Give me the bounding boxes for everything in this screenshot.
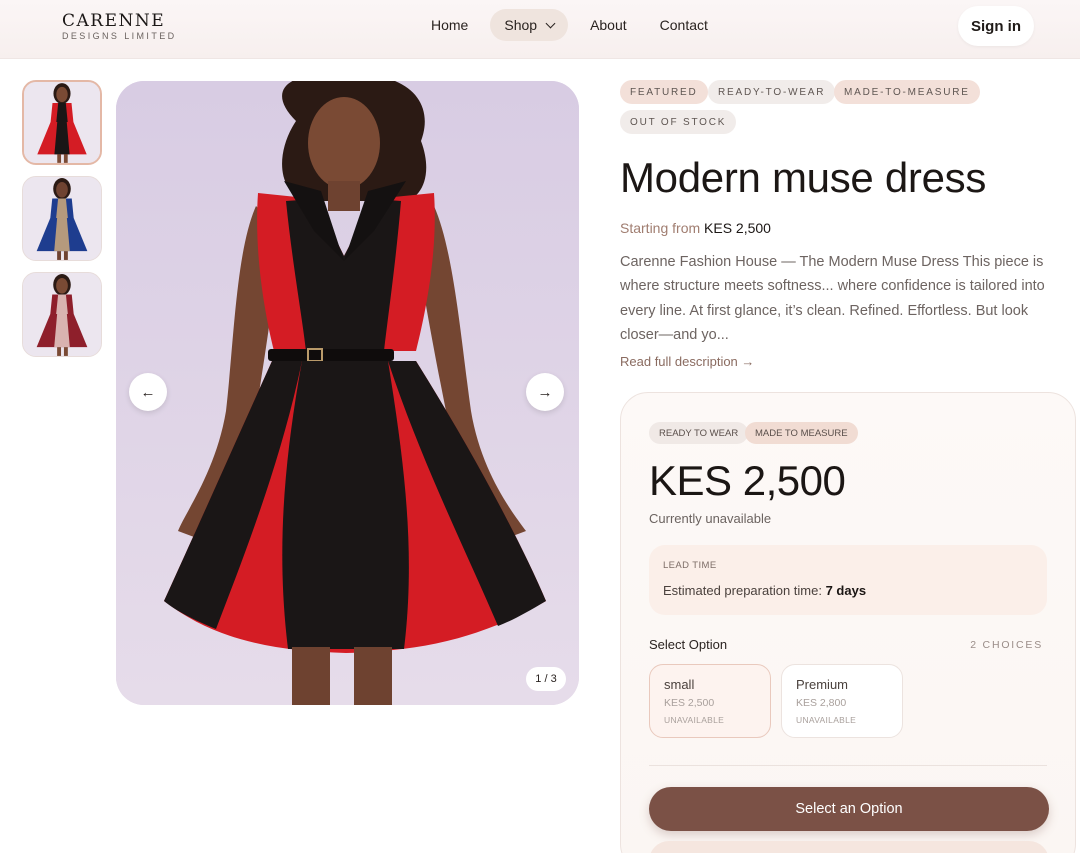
image-counter: 1 / 3 bbox=[526, 667, 566, 691]
product-main-image: ← → 1 / 3 bbox=[116, 81, 579, 705]
next-image-button[interactable]: → bbox=[526, 373, 564, 411]
starting-price-value: KES 2,500 bbox=[704, 220, 771, 236]
lead-time-text: Estimated preparation time: 7 days bbox=[663, 583, 866, 598]
dress-thumbnail-image bbox=[23, 177, 101, 260]
thumbnail-shape bbox=[56, 294, 68, 315]
chevron-down-icon bbox=[545, 18, 556, 28]
nav-shop[interactable]: Shop bbox=[490, 9, 569, 41]
pill-made-to-measure: MADE TO MEASURE bbox=[745, 422, 858, 444]
prev-image-button[interactable]: ← bbox=[129, 373, 167, 411]
option-premium[interactable]: Premium KES 2,800 UNAVAILABLE bbox=[781, 664, 903, 738]
site-header: CARENNE DESIGNS LIMITED Home Shop About … bbox=[0, 0, 1080, 59]
tag-out-of-stock: OUT OF STOCK bbox=[620, 110, 737, 134]
option-status: UNAVAILABLE bbox=[796, 715, 857, 725]
thumbnail-shape bbox=[56, 86, 68, 103]
select-option-button[interactable]: Select an Option bbox=[649, 787, 1049, 831]
thumbnail-shape bbox=[57, 347, 62, 356]
product-description: Carenne Fashion House — The Modern Muse … bbox=[620, 254, 1045, 344]
sign-in-button[interactable]: Sign in bbox=[958, 6, 1034, 46]
thumbnail-shape bbox=[57, 251, 62, 260]
thumbnail-shape bbox=[56, 181, 68, 198]
starting-price: Starting from KES 2,500 bbox=[620, 220, 771, 236]
brand-subtitle: DESIGNS LIMITED bbox=[62, 31, 177, 41]
thumbnail-shape bbox=[56, 198, 68, 219]
read-full-description-link[interactable]: Read full description → bbox=[620, 354, 754, 369]
arrow-right-icon: → bbox=[537, 383, 553, 401]
choices-count: 2 CHOICES bbox=[970, 639, 1043, 651]
option-small[interactable]: small KES 2,500 UNAVAILABLE bbox=[649, 664, 771, 738]
thumbnail-shape bbox=[63, 251, 68, 260]
pill-ready-to-wear: READY TO WEAR bbox=[649, 422, 749, 444]
divider bbox=[649, 765, 1047, 766]
select-option-label: Select Option bbox=[649, 637, 728, 652]
dress-thumbnail-image bbox=[24, 82, 100, 163]
nav-about[interactable]: About bbox=[579, 9, 638, 41]
main-nav: Home Shop About Contact bbox=[420, 9, 730, 41]
brand-logo[interactable]: CARENNE DESIGNS LIMITED bbox=[62, 12, 177, 41]
model-dress-photo bbox=[116, 81, 579, 705]
starting-label: Starting from bbox=[620, 220, 701, 236]
availability-status: Currently unavailable bbox=[649, 511, 772, 526]
tag-featured: FEATURED bbox=[620, 80, 708, 104]
nav-contact[interactable]: Contact bbox=[649, 9, 719, 41]
dress-thumbnail-image bbox=[23, 273, 101, 356]
option-status: UNAVAILABLE bbox=[664, 715, 725, 725]
lead-time-label: LEAD TIME bbox=[663, 560, 717, 571]
nav-shop-label: Shop bbox=[504, 17, 538, 33]
thumbnail-2[interactable] bbox=[22, 176, 102, 261]
secondary-button[interactable] bbox=[649, 841, 1049, 853]
option-name: Premium bbox=[796, 677, 849, 692]
thumbnail-1[interactable] bbox=[22, 80, 102, 165]
purchase-card: READY TO WEAR MADE TO MEASURE KES 2,500 … bbox=[620, 392, 1076, 853]
thumbnail-shape bbox=[56, 277, 68, 294]
arrow-left-icon: ← bbox=[140, 383, 156, 401]
thumbnail-3[interactable] bbox=[22, 272, 102, 357]
tag-ready-to-wear: READY-TO-WEAR bbox=[708, 80, 836, 104]
brand-name: CARENNE bbox=[62, 11, 166, 31]
lead-time-value: 7 days bbox=[825, 583, 867, 598]
nav-home[interactable]: Home bbox=[420, 9, 479, 41]
lead-time-description: Estimated preparation time: bbox=[663, 583, 822, 598]
option-price: KES 2,500 bbox=[664, 697, 715, 709]
option-name: small bbox=[664, 677, 695, 692]
tag-made-to-measure: MADE-TO-MEASURE bbox=[834, 80, 980, 104]
lead-time-box: LEAD TIME Estimated preparation time: 7 … bbox=[649, 545, 1047, 615]
thumbnail-shape bbox=[63, 347, 68, 356]
product-title: Modern muse dress bbox=[620, 154, 987, 201]
thumbnail-shape bbox=[57, 154, 62, 163]
product-price: KES 2,500 bbox=[649, 457, 846, 504]
thumbnail-shape bbox=[56, 103, 68, 123]
thumbnail-shape bbox=[63, 154, 68, 163]
option-price: KES 2,800 bbox=[796, 697, 847, 709]
